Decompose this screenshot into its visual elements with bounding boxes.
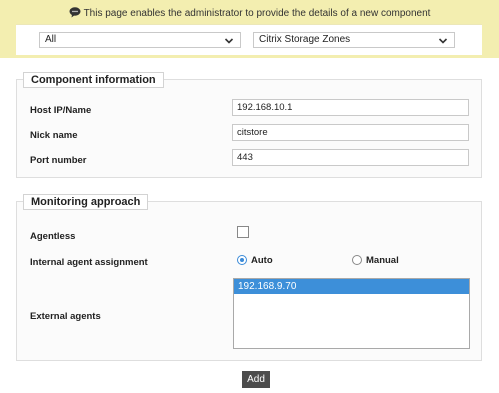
manual-radio-label: Manual [366, 255, 399, 266]
nick-name-input[interactable]: citstore [232, 124, 469, 141]
agent-assignment-label: Internal agent assignment [30, 257, 148, 268]
component-type-select[interactable]: Citrix Storage Zones [253, 32, 455, 48]
info-banner: This page enables the administrator to p… [0, 0, 499, 58]
filter-bar: All Citrix Storage Zones [16, 24, 482, 55]
add-button[interactable]: Add [242, 371, 270, 388]
comment-icon [69, 7, 81, 18]
external-agents-label: External agents [30, 311, 101, 322]
agentless-checkbox[interactable] [237, 226, 249, 238]
category-select[interactable]: All [39, 32, 241, 48]
category-select-value: All [45, 34, 57, 45]
monitoring-legend: Monitoring approach [23, 194, 149, 210]
auto-radio-label: Auto [251, 255, 273, 266]
port-input[interactable]: 443 [232, 149, 469, 166]
port-label: Port number [30, 155, 87, 166]
manual-radio[interactable] [352, 255, 362, 265]
monitoring-panel: Monitoring approach Agentless Internal a… [16, 194, 482, 361]
external-agents-list[interactable]: 192.168.9.70 [233, 278, 470, 349]
component-info-legend: Component information [23, 72, 164, 88]
component-type-select-value: Citrix Storage Zones [259, 34, 351, 45]
list-item[interactable]: 192.168.9.70 [234, 279, 469, 294]
chevron-down-icon [438, 36, 448, 44]
nick-name-label: Nick name [30, 130, 78, 141]
info-message-text: This page enables the administrator to p… [83, 8, 431, 19]
component-info-panel: Component information Host IP/Name 192.1… [16, 72, 482, 178]
host-input[interactable]: 192.168.10.1 [232, 99, 469, 116]
agentless-label: Agentless [30, 231, 76, 242]
chevron-down-icon [224, 36, 234, 44]
host-label: Host IP/Name [30, 105, 92, 116]
info-message: This page enables the administrator to p… [0, 7, 499, 19]
auto-radio[interactable] [237, 255, 247, 265]
